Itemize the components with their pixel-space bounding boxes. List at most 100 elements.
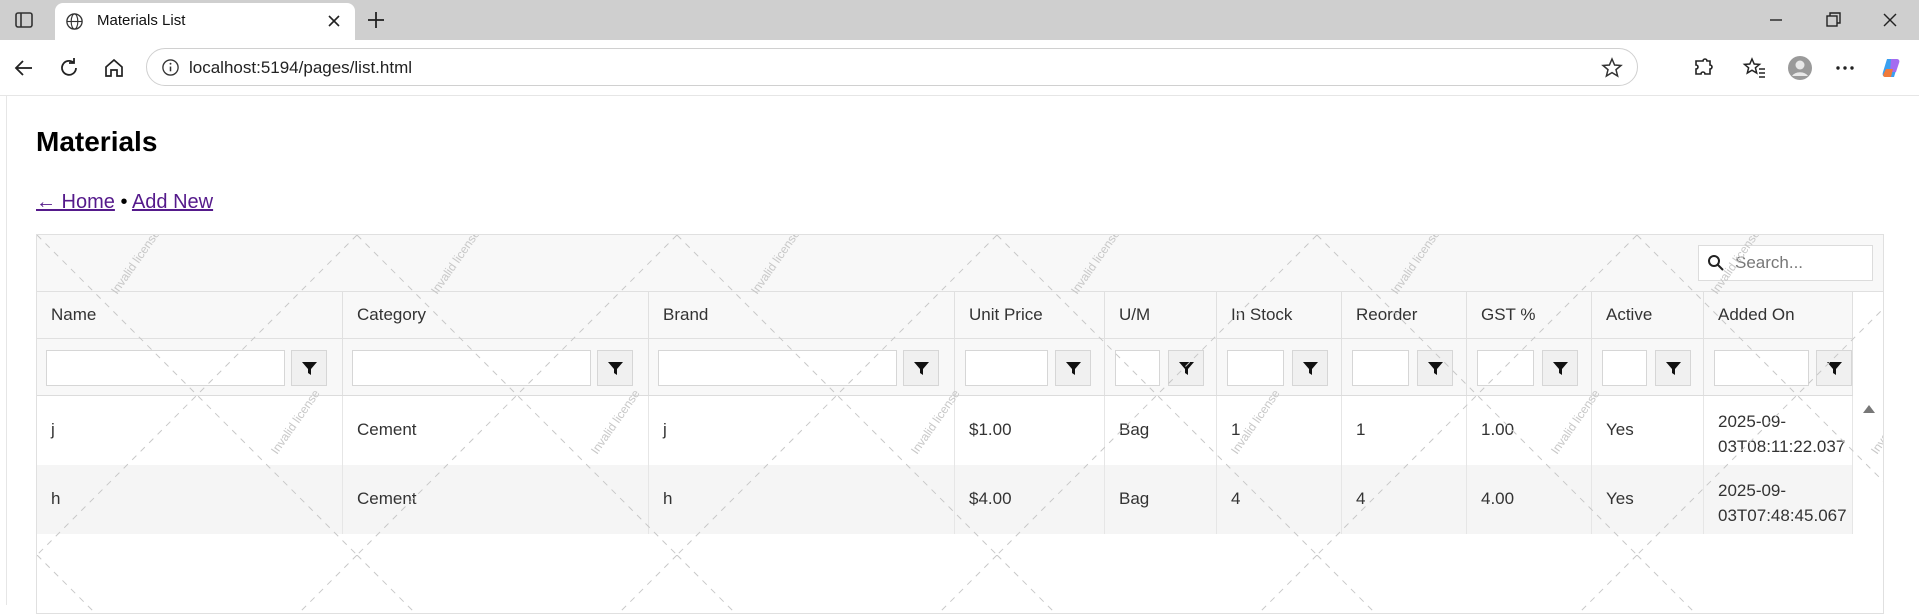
filter-button-added-on[interactable]	[1816, 350, 1852, 386]
url-text[interactable]: localhost:5194/pages/list.html	[189, 58, 412, 78]
cell-text: 4.00	[1481, 489, 1515, 508]
cell-text: 4	[1231, 489, 1241, 508]
cell-text-multiline: 2025-09- 03T07:48:45.067	[1718, 478, 1847, 528]
column-header-added-on[interactable]: Added On	[1704, 292, 1853, 338]
filter-button-gst[interactable]	[1542, 350, 1578, 386]
filter-icon	[1827, 362, 1842, 375]
close-window-icon[interactable]	[1878, 8, 1902, 32]
new-tab-icon[interactable]	[364, 8, 388, 32]
scroll-up-arrow-icon[interactable]	[1863, 405, 1875, 413]
filter-cell-brand	[649, 339, 955, 395]
column-header-label: GST %	[1481, 305, 1536, 324]
column-header-unit-price[interactable]: Unit Price	[955, 292, 1105, 338]
column-header-reorder[interactable]: Reorder	[1342, 292, 1467, 338]
cell-gst: 1.00	[1467, 396, 1592, 465]
cell-um: Bag	[1105, 396, 1217, 465]
filter-input-brand[interactable]	[658, 350, 897, 386]
copilot-icon[interactable]	[1879, 55, 1905, 81]
filter-input-added-on[interactable]	[1714, 350, 1809, 386]
filter-input-in-stock[interactable]	[1227, 350, 1284, 386]
column-header-label: In Stock	[1231, 305, 1293, 324]
filter-button-brand[interactable]	[903, 350, 939, 386]
filter-input-unit-price[interactable]	[965, 350, 1048, 386]
column-header-label: Active	[1606, 305, 1653, 324]
address-bar[interactable]: localhost:5194/pages/list.html	[146, 48, 1638, 86]
filter-button-name[interactable]	[291, 350, 327, 386]
restore-icon[interactable]	[1821, 8, 1845, 32]
filter-cell-category	[343, 339, 649, 395]
table-row[interactable]: h Cement h $4.00 Bag 4 4 4.00 Yes 2025-0…	[37, 465, 1853, 534]
cell-unit-price: $1.00	[955, 396, 1105, 465]
link-separator: •	[120, 191, 128, 213]
home-link[interactable]: ← Home	[36, 191, 115, 213]
cell-text: Yes	[1606, 489, 1634, 508]
filter-input-name[interactable]	[46, 350, 285, 386]
filter-icon	[1303, 362, 1318, 375]
site-info-icon[interactable]	[161, 58, 180, 77]
filter-cell-reorder	[1342, 339, 1467, 395]
close-tab-icon[interactable]	[325, 12, 343, 30]
filter-input-category[interactable]	[352, 350, 591, 386]
filter-cell-unit-price	[955, 339, 1105, 395]
table-row[interactable]: j Cement j $1.00 Bag 1 1 1.00 Yes 2025-0…	[37, 396, 1853, 465]
column-header-brand[interactable]: Brand	[649, 292, 955, 338]
minimize-icon[interactable]	[1764, 8, 1788, 32]
column-header-label: Reorder	[1356, 305, 1418, 324]
filter-icon	[914, 362, 929, 375]
filter-cell-active	[1592, 339, 1704, 395]
filter-icon	[608, 362, 623, 375]
back-icon[interactable]	[11, 55, 37, 81]
filter-cell-um	[1105, 339, 1217, 395]
column-header-active[interactable]: Active	[1592, 292, 1704, 338]
filter-icon	[1179, 362, 1194, 375]
filter-icon	[1428, 362, 1443, 375]
filter-button-um[interactable]	[1168, 350, 1204, 386]
added-on-time: 03T07:48:45.067	[1718, 506, 1847, 525]
profile-avatar-icon[interactable]	[1787, 55, 1813, 81]
column-header-name[interactable]: Name	[37, 292, 343, 338]
favorite-star-icon[interactable]	[1601, 57, 1623, 79]
filter-icon	[302, 362, 317, 375]
cell-active: Yes	[1592, 396, 1704, 465]
filter-button-unit-price[interactable]	[1055, 350, 1091, 386]
filter-input-um[interactable]	[1115, 350, 1160, 386]
page-content: Materials ← Home • Add New Name Category…	[6, 96, 1919, 614]
home-icon[interactable]	[101, 55, 127, 81]
materials-grid: Name Category Brand Unit Price U/M In St…	[36, 234, 1884, 614]
cell-added-on: 2025-09- 03T07:48:45.067	[1704, 465, 1853, 534]
extensions-icon[interactable]	[1690, 55, 1716, 81]
column-header-label: Unit Price	[969, 305, 1043, 324]
add-new-link[interactable]: Add New	[132, 191, 213, 213]
filter-button-in-stock[interactable]	[1292, 350, 1328, 386]
favorites-icon[interactable]	[1742, 55, 1768, 81]
more-menu-icon[interactable]	[1832, 55, 1858, 81]
filter-button-reorder[interactable]	[1417, 350, 1453, 386]
cell-gst: 4.00	[1467, 465, 1592, 534]
reload-icon[interactable]	[56, 55, 82, 81]
filter-cell-added-on	[1704, 339, 1853, 395]
filter-input-active[interactable]	[1602, 350, 1647, 386]
cell-text: j	[51, 420, 55, 439]
cell-text: 1	[1231, 420, 1241, 439]
column-header-in-stock[interactable]: In Stock	[1217, 292, 1342, 338]
page-title: Materials	[36, 126, 158, 157]
filter-input-reorder[interactable]	[1352, 350, 1409, 386]
search-input[interactable]	[1735, 246, 1870, 280]
sidebar-toggle-icon[interactable]	[14, 10, 34, 30]
column-header-category[interactable]: Category	[343, 292, 649, 338]
cell-added-on: 2025-09- 03T08:11:22.037	[1704, 396, 1853, 465]
column-header-label: Added On	[1718, 305, 1795, 324]
filter-button-active[interactable]	[1655, 350, 1691, 386]
cell-text: h	[51, 489, 61, 508]
column-header-um[interactable]: U/M	[1105, 292, 1217, 338]
browser-tab[interactable]: Materials List	[55, 3, 355, 40]
search-box[interactable]	[1698, 245, 1873, 281]
tab-title: Materials List	[97, 12, 186, 29]
cell-category: Cement	[343, 465, 649, 534]
cell-text: Bag	[1119, 420, 1150, 439]
filter-input-gst[interactable]	[1477, 350, 1534, 386]
filter-button-category[interactable]	[597, 350, 633, 386]
globe-icon	[66, 13, 83, 30]
filter-icon	[1666, 362, 1681, 375]
column-header-gst[interactable]: GST %	[1467, 292, 1592, 338]
